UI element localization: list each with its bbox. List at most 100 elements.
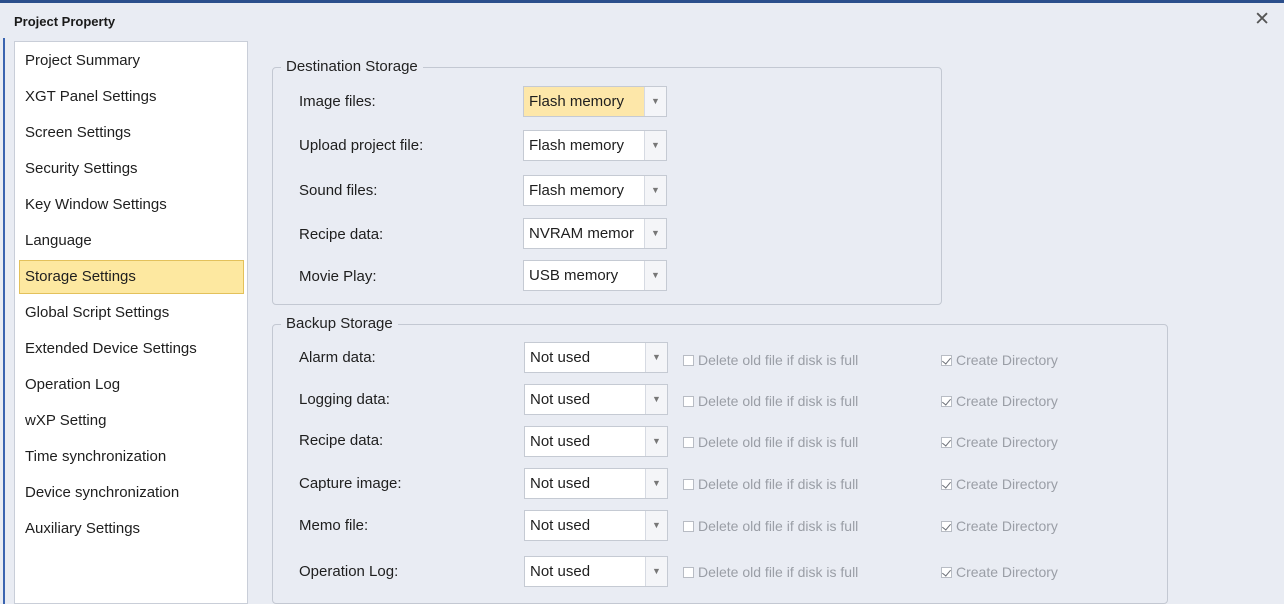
logging-data-select[interactable]: Not used ▼ bbox=[524, 384, 668, 415]
settings-sidebar: Project Summary XGT Panel Settings Scree… bbox=[14, 41, 248, 604]
checkbox-checked-icon bbox=[941, 567, 952, 578]
recipe-delete-old-checkbox[interactable]: Delete old file if disk is full bbox=[683, 434, 858, 450]
checkbox-checked-icon bbox=[941, 396, 952, 407]
memo-delete-old-checkbox[interactable]: Delete old file if disk is full bbox=[683, 518, 858, 534]
memo-create-directory-checkbox[interactable]: Create Directory bbox=[941, 518, 1058, 534]
sound-files-select[interactable]: Flash memory ▼ bbox=[523, 175, 667, 206]
delete-old-label: Delete old file if disk is full bbox=[698, 564, 859, 580]
image-files-value: Flash memory bbox=[529, 93, 625, 110]
checkbox-checked-icon bbox=[941, 437, 952, 448]
memo-file-label: Memo file: bbox=[299, 517, 369, 534]
recipe-data-backup-select[interactable]: Not used ▼ bbox=[524, 426, 668, 457]
upload-project-file-select[interactable]: Flash memory ▼ bbox=[523, 130, 667, 161]
sidebar-item-storage-settings[interactable]: Storage Settings bbox=[19, 260, 244, 294]
recipe-data-dest-label: Recipe data: bbox=[299, 226, 384, 243]
checkbox-checked-icon bbox=[941, 479, 952, 490]
chevron-down-icon: ▼ bbox=[645, 469, 667, 498]
chevron-down-icon: ▼ bbox=[644, 219, 666, 248]
recipe-data-dest-select[interactable]: NVRAM memor ▼ bbox=[523, 218, 667, 249]
operation-log-delete-old-checkbox[interactable]: Delete old file if disk is full bbox=[683, 564, 858, 580]
image-files-select[interactable]: Flash memory ▼ bbox=[523, 86, 667, 117]
capture-delete-old-checkbox[interactable]: Delete old file if disk is full bbox=[683, 476, 858, 492]
chevron-down-icon: ▼ bbox=[644, 87, 666, 116]
recipe-data-backup-label: Recipe data: bbox=[299, 432, 384, 449]
alarm-data-value: Not used bbox=[530, 349, 591, 366]
alarm-create-directory-checkbox[interactable]: Create Directory bbox=[941, 352, 1058, 368]
checkbox-icon bbox=[683, 355, 694, 366]
movie-play-label: Movie Play: bbox=[299, 268, 377, 285]
operation-log-label: Operation Log: bbox=[299, 563, 399, 580]
close-icon[interactable]: ✕ bbox=[1254, 10, 1270, 30]
chevron-down-icon: ▼ bbox=[645, 557, 667, 586]
alarm-data-select[interactable]: Not used ▼ bbox=[524, 342, 668, 373]
sidebar-item-device-synchronization[interactable]: Device synchronization bbox=[19, 476, 244, 510]
capture-image-value: Not used bbox=[530, 475, 591, 492]
sidebar-item-global-script-settings[interactable]: Global Script Settings bbox=[19, 296, 244, 330]
sound-files-value: Flash memory bbox=[529, 182, 625, 199]
create-directory-label: Create Directory bbox=[956, 393, 1058, 409]
movie-play-value: USB memory bbox=[529, 267, 619, 284]
backup-storage-title: Backup Storage bbox=[281, 315, 398, 332]
movie-play-select[interactable]: USB memory ▼ bbox=[523, 260, 667, 291]
title-bar: Project Property ✕ bbox=[0, 0, 1284, 38]
create-directory-label: Create Directory bbox=[956, 352, 1058, 368]
chevron-down-icon: ▼ bbox=[644, 131, 666, 160]
window-edge bbox=[0, 38, 10, 604]
sidebar-item-extended-device-settings[interactable]: Extended Device Settings bbox=[19, 332, 244, 366]
delete-old-label: Delete old file if disk is full bbox=[698, 476, 859, 492]
delete-old-label: Delete old file if disk is full bbox=[698, 393, 859, 409]
chevron-down-icon: ▼ bbox=[645, 385, 667, 414]
upload-project-file-value: Flash memory bbox=[529, 137, 625, 154]
sidebar-item-wxp-setting[interactable]: wXP Setting bbox=[19, 404, 244, 438]
create-directory-label: Create Directory bbox=[956, 476, 1058, 492]
memo-file-select[interactable]: Not used ▼ bbox=[524, 510, 668, 541]
logging-create-directory-checkbox[interactable]: Create Directory bbox=[941, 393, 1058, 409]
sound-files-label: Sound files: bbox=[299, 182, 378, 199]
checkbox-icon bbox=[683, 396, 694, 407]
upload-project-file-label: Upload project file: bbox=[299, 137, 424, 154]
recipe-data-dest-value: NVRAM memor bbox=[529, 225, 635, 242]
checkbox-icon bbox=[683, 567, 694, 578]
sidebar-item-screen-settings[interactable]: Screen Settings bbox=[19, 116, 244, 150]
delete-old-label: Delete old file if disk is full bbox=[698, 518, 859, 534]
checkbox-icon bbox=[683, 479, 694, 490]
checkbox-icon bbox=[683, 521, 694, 532]
sidebar-item-security-settings[interactable]: Security Settings bbox=[19, 152, 244, 186]
delete-old-label: Delete old file if disk is full bbox=[698, 434, 859, 450]
logging-data-label: Logging data: bbox=[299, 391, 390, 408]
window-title: Project Property bbox=[14, 14, 116, 29]
memo-file-value: Not used bbox=[530, 517, 591, 534]
capture-create-directory-checkbox[interactable]: Create Directory bbox=[941, 476, 1058, 492]
destination-storage-title: Destination Storage bbox=[281, 58, 423, 75]
operation-log-create-directory-checkbox[interactable]: Create Directory bbox=[941, 564, 1058, 580]
capture-image-select[interactable]: Not used ▼ bbox=[524, 468, 668, 499]
create-directory-label: Create Directory bbox=[956, 434, 1058, 450]
sidebar-item-xgt-panel-settings[interactable]: XGT Panel Settings bbox=[19, 80, 244, 114]
delete-old-label: Delete old file if disk is full bbox=[698, 352, 859, 368]
chevron-down-icon: ▼ bbox=[645, 427, 667, 456]
chevron-down-icon: ▼ bbox=[644, 261, 666, 290]
sidebar-item-time-synchronization[interactable]: Time synchronization bbox=[19, 440, 244, 474]
chevron-down-icon: ▼ bbox=[644, 176, 666, 205]
create-directory-label: Create Directory bbox=[956, 518, 1058, 534]
checkbox-icon bbox=[683, 437, 694, 448]
recipe-data-backup-value: Not used bbox=[530, 433, 591, 450]
recipe-create-directory-checkbox[interactable]: Create Directory bbox=[941, 434, 1058, 450]
operation-log-select[interactable]: Not used ▼ bbox=[524, 556, 668, 587]
capture-image-label: Capture image: bbox=[299, 475, 402, 492]
logging-delete-old-checkbox[interactable]: Delete old file if disk is full bbox=[683, 393, 858, 409]
sidebar-item-project-summary[interactable]: Project Summary bbox=[19, 44, 244, 78]
alarm-delete-old-checkbox[interactable]: Delete old file if disk is full bbox=[683, 352, 858, 368]
checkbox-checked-icon bbox=[941, 521, 952, 532]
chevron-down-icon: ▼ bbox=[645, 511, 667, 540]
sidebar-item-operation-log[interactable]: Operation Log bbox=[19, 368, 244, 402]
checkbox-checked-icon bbox=[941, 355, 952, 366]
sidebar-item-auxiliary-settings[interactable]: Auxiliary Settings bbox=[19, 512, 244, 546]
create-directory-label: Create Directory bbox=[956, 564, 1058, 580]
image-files-label: Image files: bbox=[299, 93, 376, 110]
operation-log-value: Not used bbox=[530, 563, 591, 580]
sidebar-item-language[interactable]: Language bbox=[19, 224, 244, 258]
sidebar-item-key-window-settings[interactable]: Key Window Settings bbox=[19, 188, 244, 222]
alarm-data-label: Alarm data: bbox=[299, 349, 376, 366]
chevron-down-icon: ▼ bbox=[645, 343, 667, 372]
